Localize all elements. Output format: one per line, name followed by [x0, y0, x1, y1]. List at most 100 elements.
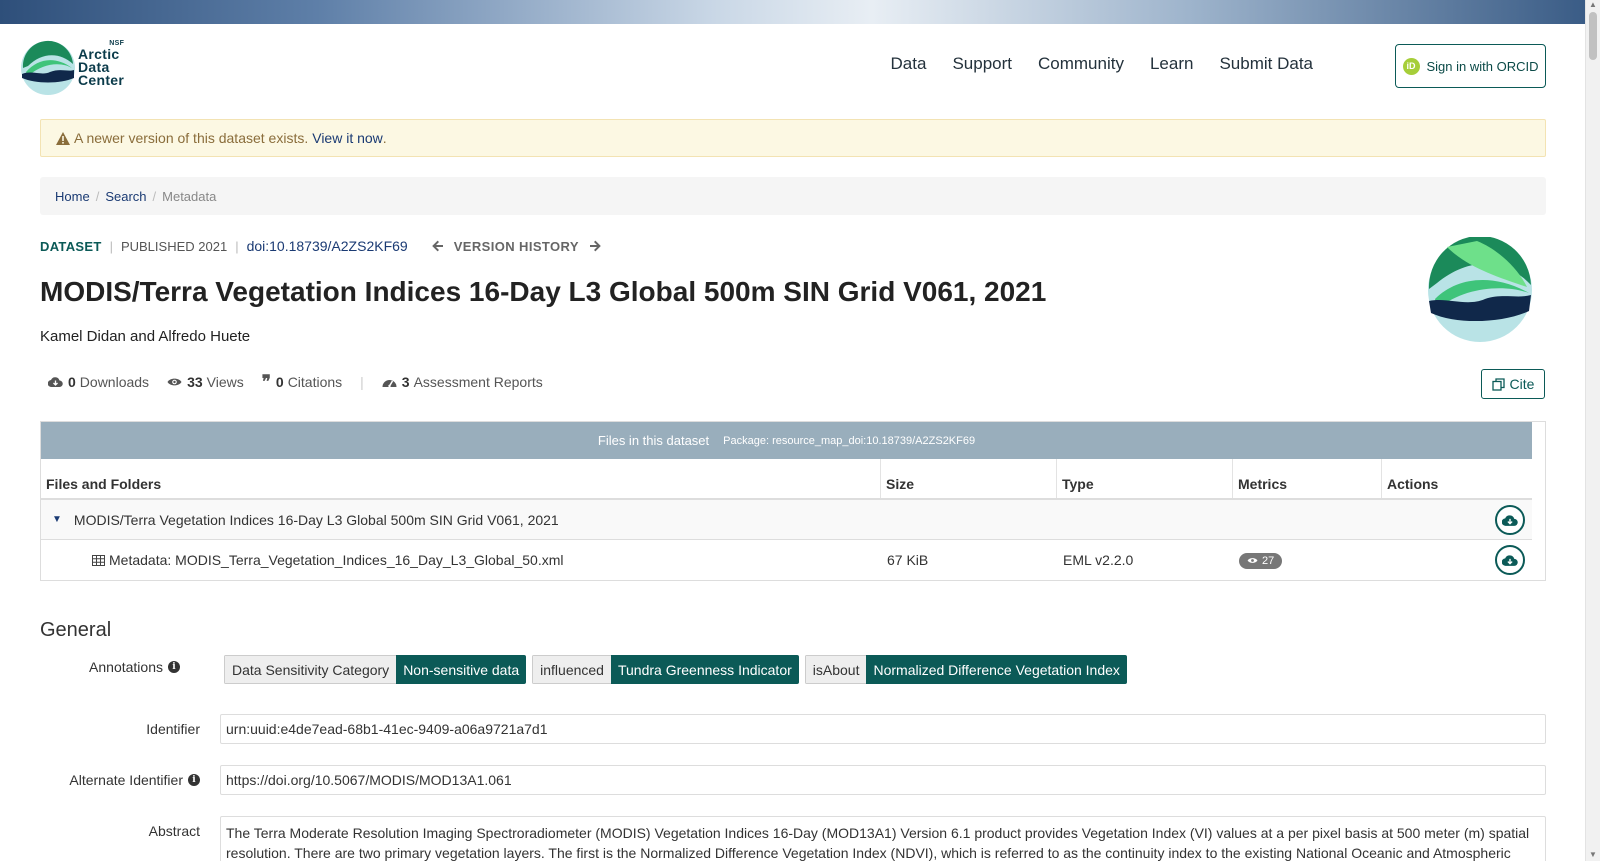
breadcrumb-home[interactable]: Home [55, 189, 90, 204]
cloud-download-icon [1502, 554, 1518, 566]
identifier-label: Identifier [146, 721, 200, 737]
citations-metric[interactable]: ❞ 0 Citations [261, 372, 343, 391]
abstract-label: Abstract [148, 823, 200, 839]
info-icon[interactable]: i [168, 661, 180, 673]
annotation-value: Tundra Greenness Indicator [610, 655, 799, 684]
files-title: Files in this dataset [597, 433, 710, 448]
nav-submit-data[interactable]: Submit Data [1219, 54, 1313, 74]
file-type: EML v2.2.0 [1063, 552, 1134, 568]
nsf-label: NSF [109, 39, 125, 47]
views-label: Views [206, 374, 244, 390]
aurora-logo-icon [21, 40, 75, 95]
assessment-count: 3 [401, 374, 410, 390]
breadcrumb-separator: / [152, 188, 157, 204]
arctic-data-center-logo[interactable]: NSF Arctic Data Center [20, 38, 124, 96]
downloads-label: Downloads [79, 374, 150, 390]
version-history: VERSION HISTORY [431, 238, 601, 254]
page-scrollbar[interactable]: ▲ ▼ [1585, 0, 1600, 861]
col-size[interactable]: Size [881, 459, 1057, 498]
orcid-icon: iD [1402, 57, 1420, 75]
alternate-identifier-label-text: Alternate Identifier [69, 772, 183, 788]
dataset-type-label: DATASET [40, 238, 102, 254]
cite-button[interactable]: Cite [1481, 369, 1545, 399]
repository-logo-icon [1428, 237, 1532, 342]
metrics-divider: | [360, 374, 364, 390]
sign-in-orcid-button[interactable]: iD Sign in with ORCID [1395, 44, 1546, 88]
meta-separator: | [109, 238, 113, 254]
annotation-property: Data Sensitivity Category [224, 655, 397, 684]
citations-count: 0 [275, 374, 284, 390]
version-history-label: VERSION HISTORY [453, 238, 579, 254]
annotation-value: Non-sensitive data [396, 655, 527, 684]
annotation-value: Normalized Difference Vegetation Index [866, 655, 1127, 684]
arrow-right-icon[interactable] [589, 240, 601, 252]
cloud-download-icon [48, 377, 63, 388]
package-id: Package: resource_map_doi:10.18739/A2ZS2… [723, 434, 976, 447]
files-table-columns: Files and Folders Size Type Metrics Acti… [41, 459, 1532, 500]
dashboard-icon [382, 379, 397, 387]
caret-down-icon[interactable]: ▼ [52, 514, 62, 525]
file-size: 67 KiB [887, 552, 929, 568]
published-year: PUBLISHED 2021 [120, 238, 228, 254]
download-folder-button[interactable] [1495, 505, 1525, 535]
annotations-label: Annotations i [0, 659, 180, 675]
orcid-button-label: Sign in with ORCID [1426, 58, 1539, 74]
dataset-meta-line: DATASET | PUBLISHED 2021 | doi:10.18739/… [40, 238, 601, 254]
annotation-property: influenced [532, 655, 611, 684]
nav-data[interactable]: Data [891, 54, 927, 74]
file-name[interactable]: Metadata: MODIS_Terra_Vegetation_Indices… [109, 552, 564, 568]
file-views-badge: 27 [1239, 552, 1283, 569]
alert-period: . [382, 130, 387, 146]
eye-icon [1247, 558, 1258, 564]
nav-learn[interactable]: Learn [1150, 54, 1193, 74]
abstract-field[interactable]: The Terra Moderate Resolution Imaging Sp… [220, 816, 1546, 861]
info-icon[interactable]: i [188, 774, 200, 786]
download-file-button[interactable] [1495, 545, 1525, 575]
table-icon [92, 554, 105, 566]
top-banner-image [0, 0, 1585, 24]
downloads-metric[interactable]: 0 Downloads [48, 374, 149, 390]
annotations-list: Data Sensitivity Category Non-sensitive … [224, 655, 1127, 684]
logo-line-center: Center [78, 71, 125, 88]
view-newer-version-link[interactable]: View it now [312, 130, 383, 146]
identifier-field[interactable]: urn:uuid:e4de7ead-68b1-41ec-9409-a06a972… [220, 714, 1546, 744]
breadcrumb-search[interactable]: Search [105, 189, 146, 204]
annotation-isabout[interactable]: isAbout Normalized Difference Vegetation… [804, 655, 1127, 684]
table-row-folder[interactable]: ▼ MODIS/Terra Vegetation Indices 16-Day … [41, 500, 1532, 540]
file-views-count: 27 [1262, 554, 1275, 567]
eye-icon [167, 378, 182, 386]
breadcrumb-separator: / [95, 188, 100, 204]
nav-support[interactable]: Support [952, 54, 1012, 74]
files-table: Files in this dataset Package: resource_… [40, 421, 1546, 581]
assessment-reports-metric[interactable]: 3 Assessment Reports [382, 374, 543, 390]
annotation-influenced[interactable]: influenced Tundra Greenness Indicator [532, 655, 799, 684]
quote-icon: ❞ [261, 372, 271, 391]
main-nav: Data Support Community Learn Submit Data [891, 54, 1313, 74]
alternate-identifier-field[interactable]: https://doi.org/10.5067/MODIS/MOD13A1.06… [220, 765, 1546, 795]
dataset-authors: Kamel Didan and Alfredo Huete [40, 328, 251, 345]
table-row-file[interactable]: Metadata: MODIS_Terra_Vegetation_Indices… [41, 540, 1532, 580]
doi-link[interactable]: doi:10.18739/A2ZS2KF69 [247, 238, 408, 254]
alert-text: A newer version of this dataset exists. [74, 130, 309, 146]
arrow-left-icon[interactable] [431, 240, 444, 252]
alternate-identifier-label: Alternate Identifier i [20, 772, 200, 788]
folder-name: MODIS/Terra Vegetation Indices 16-Day L3… [73, 511, 559, 528]
views-metric[interactable]: 33 Views [167, 374, 244, 390]
annotations-label-text: Annotations [89, 659, 163, 675]
files-table-header: Files in this dataset Package: resource_… [41, 422, 1532, 459]
views-count: 33 [187, 374, 203, 390]
col-actions[interactable]: Actions [1382, 459, 1532, 498]
scroll-up-icon[interactable]: ▲ [1589, 0, 1597, 9]
scroll-down-icon[interactable]: ▼ [1589, 850, 1597, 859]
breadcrumb-current: Metadata [162, 188, 217, 204]
col-type[interactable]: Type [1057, 459, 1233, 498]
nav-community[interactable]: Community [1038, 54, 1124, 74]
citations-label: Citations [287, 374, 343, 390]
col-files-and-folders[interactable]: Files and Folders [41, 459, 881, 498]
col-metrics[interactable]: Metrics [1233, 459, 1382, 498]
scrollbar-thumb[interactable] [1589, 12, 1597, 60]
breadcrumb: Home / Search / Metadata [40, 177, 1546, 215]
dataset-title: MODIS/Terra Vegetation Indices 16-Day L3… [40, 276, 1047, 307]
site-header: NSF Arctic Data Center Data Support Comm… [0, 24, 1585, 112]
annotation-sensitivity[interactable]: Data Sensitivity Category Non-sensitive … [224, 655, 527, 684]
